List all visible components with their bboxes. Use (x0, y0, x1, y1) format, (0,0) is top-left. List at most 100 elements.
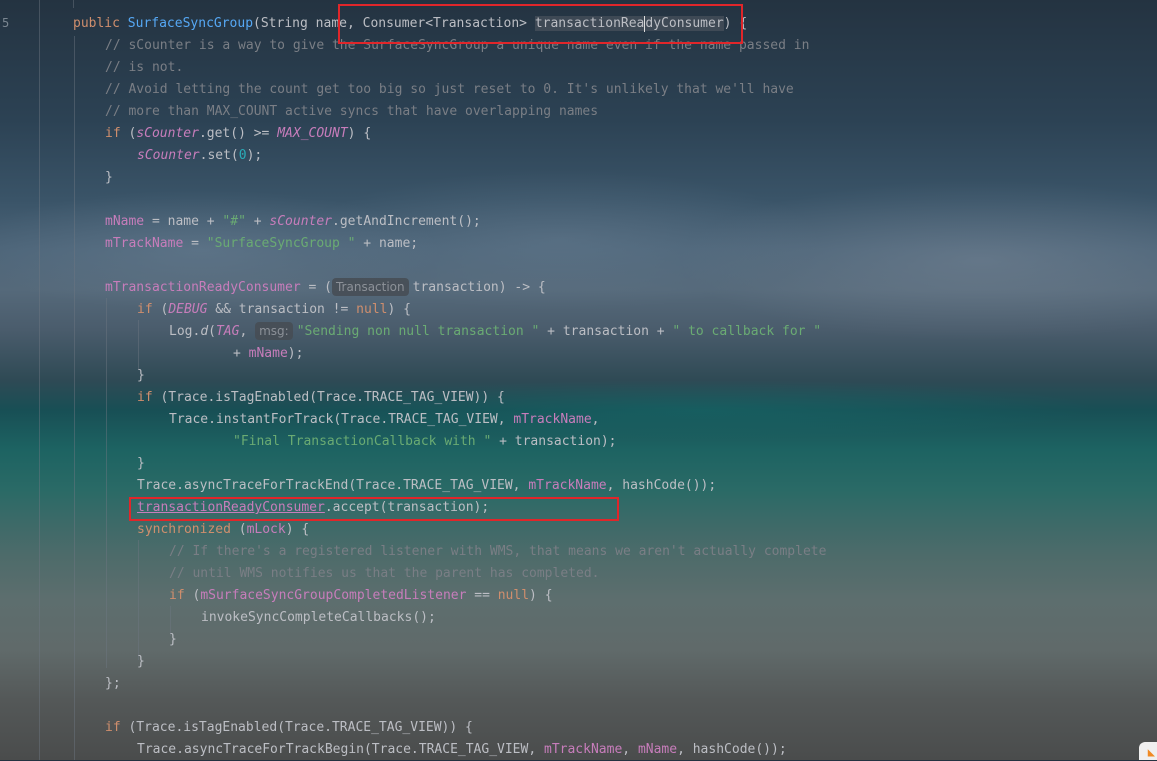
code-text: + name; (355, 236, 419, 251)
static-field: MAX_COUNT (277, 126, 348, 141)
code-text: .set( (199, 148, 239, 163)
number-literal: 0 (238, 148, 247, 163)
code-text: = (183, 236, 207, 251)
code-line-23[interactable]: // If there's a registered listener with… (169, 541, 826, 563)
static-field: DEBUG (168, 302, 208, 317)
field: mTrackName (513, 412, 592, 427)
keyword: synchronized (137, 522, 231, 537)
indent-guide (138, 540, 139, 660)
field: mTrackName (528, 478, 607, 493)
code-line-7[interactable]: sCounter.set(0); (137, 145, 262, 167)
string-literal: "SurfaceSyncGroup " (206, 236, 356, 251)
editor-gutter: 5 (0, 0, 22, 760)
indent-guide (73, 0, 74, 8)
code-text: (String (253, 16, 316, 31)
field: mTrackName (105, 236, 184, 251)
code-text: ( (184, 588, 201, 603)
static-method: d (200, 324, 209, 339)
code-text: ( (152, 302, 169, 317)
code-text: + (233, 346, 249, 361)
code-line-20[interactable]: Trace.asyncTraceForTrackEnd(Trace.TRACE_… (137, 475, 716, 497)
indent-guide (74, 36, 75, 760)
code-text: Trace.instantForTrack(Trace.TRACE_TAG_VI… (169, 412, 514, 427)
code-line-28[interactable]: } (137, 651, 145, 673)
field: mLock (246, 522, 286, 537)
field: mName (637, 742, 678, 757)
indent-guide (138, 320, 139, 370)
code-line-13[interactable]: Log.d(TAG, msg: "Sending non null transac… (169, 321, 821, 343)
code-text: + (245, 214, 270, 229)
field: mName (248, 346, 288, 361)
code-line-5[interactable]: // more than MAX_COUNT active syncs that… (105, 101, 598, 123)
code-text: .get() >= (198, 126, 278, 141)
code-line-9[interactable]: mName = name + "#" + sCounter.getAndIncr… (105, 211, 481, 233)
code-line-22[interactable]: synchronized (mLock) { (137, 519, 309, 541)
keyword: null (356, 302, 388, 317)
indent-guide (39, 0, 40, 760)
code-text: (Trace.isTagEnabled(Trace.TRACE_TAG_VIEW… (152, 390, 505, 405)
parameter-name-hint: msg: (255, 322, 293, 340)
string-literal: " to callback for " (672, 324, 822, 339)
code-editor[interactable]: 5 public SurfaceSyncGroup(String name, C… (0, 0, 1157, 760)
constructor-name: SurfaceSyncGroup (127, 16, 254, 31)
code-text: = name + (144, 214, 223, 229)
code-text: ( (230, 522, 247, 537)
code-text: na (315, 16, 332, 31)
code-line-12[interactable]: if (DEBUG && transaction != null) { (137, 299, 411, 321)
code-line-29[interactable]: }; (105, 673, 121, 695)
code-line-14[interactable]: + mName); (233, 343, 303, 365)
code-line-6[interactable]: if (sCounter.get() >= MAX_COUNT) { (105, 123, 371, 145)
code-text: Log. (169, 324, 201, 339)
code-text: ) { (387, 302, 411, 317)
code-line-15[interactable]: } (137, 365, 145, 387)
keyword: public (73, 16, 128, 31)
field: mSurfaceSyncGroupCompletedListener (200, 588, 467, 603)
string-literal: "#" (222, 214, 246, 229)
code-line-24[interactable]: // until WMS notifies us that the parent… (169, 563, 599, 585)
string-literal: "Sending non null transaction " (296, 324, 540, 339)
code-text: ( (120, 126, 137, 141)
static-field: sCounter (269, 214, 333, 229)
code-text: Trace.asyncTraceForTrackBegin(Trace.TRAC… (137, 742, 544, 757)
code-line-11[interactable]: mTransactionReadyConsumer = (Transaction… (105, 277, 546, 299)
static-field: sCounter (136, 126, 199, 141)
indent-guide (106, 298, 107, 668)
code-line-26[interactable]: invokeSyncCompleteCallbacks(); (201, 607, 436, 629)
static-field: TAG (215, 324, 240, 339)
code-line-27[interactable]: } (169, 629, 177, 651)
code-line-31[interactable]: Trace.asyncTraceForTrackBegin(Trace.TRAC… (137, 739, 787, 761)
code-line-16[interactable]: if (Trace.isTagEnabled(Trace.TRACE_TAG_V… (137, 387, 505, 409)
code-text: Trace.asyncTraceForTrackEnd(Trace.TRACE_… (137, 478, 529, 493)
code-line-4[interactable]: // Avoid letting the count get too big s… (105, 79, 794, 101)
code-line-30[interactable]: if (Trace.isTagEnabled(Trace.TRACE_TAG_V… (105, 717, 473, 739)
code-text: + transaction); (491, 434, 617, 449)
keyword: if (105, 720, 121, 735)
code-line-8[interactable]: } (105, 167, 113, 189)
code-text: .getAndIncrement(); (332, 214, 481, 229)
field: mTransactionReadyConsumer (105, 280, 301, 295)
code-text: + transaction + (539, 324, 673, 339)
field: mTrackName (544, 742, 623, 757)
code-text: == (466, 588, 498, 603)
code-text: , hashCode()); (606, 478, 717, 493)
field: mName (105, 214, 145, 229)
keyword: if (137, 390, 153, 405)
keyword: if (105, 126, 121, 141)
code-line-25[interactable]: if (mSurfaceSyncGroupCompletedListener =… (169, 585, 553, 607)
string-literal: "Final TransactionCallback with " (233, 434, 492, 449)
code-line-17[interactable]: Trace.instantForTrack(Trace.TRACE_TAG_VI… (169, 409, 599, 431)
code-text: , (239, 324, 256, 339)
code-text: , hashCode()); (677, 742, 787, 757)
logo-icon: ◣ (1147, 745, 1155, 759)
code-text: transaction) -> { (412, 280, 546, 295)
code-line-3[interactable]: // is not. (105, 57, 183, 79)
code-line-10[interactable]: mTrackName = "SurfaceSyncGroup " + name; (105, 233, 418, 255)
code-text: (Trace.isTagEnabled(Trace.TRACE_TAG_VIEW… (120, 720, 473, 735)
code-text: && transaction != (207, 302, 357, 317)
code-line-18[interactable]: "Final TransactionCallback with " + tran… (233, 431, 617, 453)
keyword: if (137, 302, 153, 317)
highlight-box-parameter (338, 4, 743, 44)
highlight-box-accept-call (129, 497, 619, 521)
code-line-19[interactable]: } (137, 453, 145, 475)
code-text: ) { (529, 588, 553, 603)
